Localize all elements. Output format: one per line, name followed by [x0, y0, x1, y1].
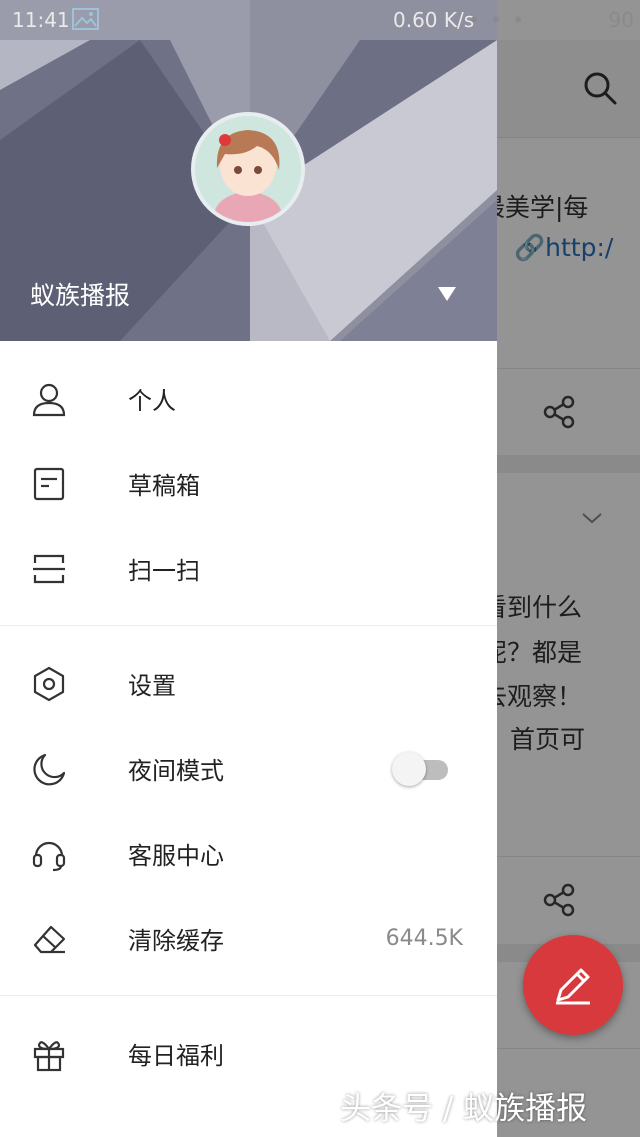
network-speed: 0.60 K/s — [393, 8, 475, 32]
compose-fab-button[interactable] — [523, 935, 623, 1035]
menu-item-label: 扫一扫 — [128, 557, 200, 585]
menu-item-night-mode[interactable]: 夜间模式 — [0, 726, 497, 811]
menu-item-label: 夜间模式 — [128, 757, 224, 785]
menu-item-label: 设置 — [128, 672, 176, 700]
menu-item-label: 清除缓存 — [128, 927, 224, 955]
avatar[interactable] — [191, 112, 305, 226]
eraser-icon — [33, 925, 66, 953]
status-dots: • • • — [468, 8, 527, 32]
username[interactable]: 蚁族播报 — [30, 276, 130, 312]
menu-item-label: 草稿箱 — [128, 472, 200, 500]
status-time: 11:41 — [12, 8, 70, 32]
cache-size-value: 644.5K — [385, 926, 463, 951]
pencil-icon — [556, 968, 590, 1005]
menu-item-customer-service[interactable]: 客服中心 — [0, 811, 497, 896]
menu-item-label: 客服中心 — [128, 842, 224, 870]
menu-item-scan[interactable]: 扫一扫 — [0, 526, 497, 611]
navigation-drawer: 蚁族播报 个人 草稿箱 扫一扫 设置 夜间模式 客服中心 清除缓存 644.5K… — [0, 0, 497, 1137]
settings-hexagon-icon — [33, 666, 65, 701]
night-mode-toggle[interactable] — [392, 751, 450, 786]
gift-icon — [33, 1040, 65, 1071]
menu-item-label: 个人 — [128, 387, 176, 415]
user-icon — [32, 383, 66, 416]
scan-icon — [33, 554, 65, 583]
menu-item-label: 每日福利 — [128, 1042, 224, 1070]
watermark-text: 头条号 / 蚁族播报 — [340, 1091, 588, 1127]
image-icon — [72, 8, 99, 30]
draft-icon — [33, 467, 65, 500]
menu-item-clear-cache[interactable]: 清除缓存 644.5K — [0, 896, 497, 981]
status-bar: 11:41 0.60 K/s • • • 90 — [0, 0, 640, 40]
moon-icon — [33, 753, 66, 785]
menu-item-personal[interactable]: 个人 — [0, 356, 497, 441]
menu-item-settings[interactable]: 设置 — [0, 641, 497, 726]
drawer-menu: 个人 草稿箱 扫一扫 设置 夜间模式 客服中心 清除缓存 644.5K 每日福利 — [0, 341, 497, 1096]
drawer-header: 蚁族播报 — [0, 0, 497, 341]
account-dropdown-icon[interactable] — [438, 287, 456, 301]
menu-item-drafts[interactable]: 草稿箱 — [0, 441, 497, 526]
headset-icon — [32, 841, 66, 871]
battery-level: 90 — [608, 8, 634, 32]
